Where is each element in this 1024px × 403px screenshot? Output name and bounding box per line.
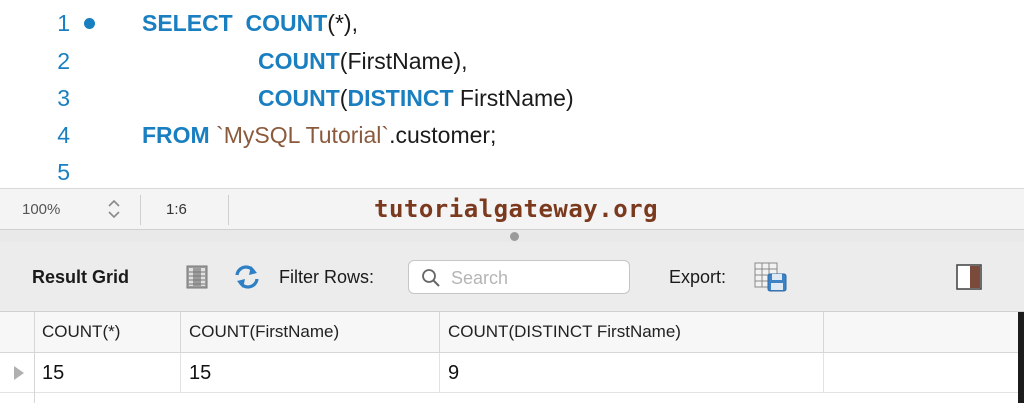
- code-text: SELECT COUNT(*),: [142, 4, 358, 42]
- window-edge: [1018, 312, 1024, 403]
- code-line-4[interactable]: 4 FROM `MySQL Tutorial`.customer;: [0, 116, 1024, 154]
- sql-keyword: SELECT: [142, 10, 233, 36]
- export-icon[interactable]: [754, 262, 790, 297]
- empty-row: [0, 393, 1024, 403]
- divider: [140, 195, 141, 225]
- search-input[interactable]: [449, 265, 623, 291]
- column-header[interactable]: COUNT(FirstName): [181, 312, 440, 352]
- sql-keyword: DISTINCT: [347, 85, 454, 111]
- code-line-3[interactable]: 3 COUNT(DISTINCT FirstName): [0, 79, 1024, 117]
- search-icon: [421, 268, 441, 293]
- row-pointer-icon: [14, 366, 24, 380]
- zoom-level: 100%: [22, 201, 61, 218]
- sql-token: .customer;: [389, 122, 497, 148]
- export-label: Export:: [669, 267, 727, 287]
- filter-rows-label: Filter Rows:: [279, 267, 375, 287]
- sql-keyword: COUNT: [258, 48, 340, 74]
- sql-keyword: COUNT: [258, 85, 340, 111]
- line-number: 4: [57, 122, 70, 148]
- breakpoint-dot[interactable]: [84, 18, 95, 29]
- line-number: 2: [57, 48, 70, 74]
- row-gutter-divider: [34, 312, 35, 403]
- watermark: tutorialgateway.org: [374, 195, 659, 223]
- column-header[interactable]: COUNT(*): [34, 312, 181, 352]
- sql-keyword: COUNT: [245, 10, 328, 36]
- result-grid[interactable]: COUNT(*) COUNT(FirstName) COUNT(DISTINCT…: [0, 312, 1024, 403]
- sql-editor[interactable]: 1 SELECT COUNT(*), 2 COUNT(FirstName), 3…: [0, 0, 1024, 188]
- editor-status-bar: 100% 1:6 tutorialgateway.org: [0, 188, 1024, 230]
- cursor-position: 1:6: [166, 201, 187, 218]
- code-text: COUNT(FirstName),: [258, 42, 468, 80]
- splitter-handle-icon[interactable]: [510, 232, 519, 241]
- line-number: 1: [57, 10, 70, 36]
- zoom-stepper-icon[interactable]: [106, 197, 122, 221]
- code-line-1[interactable]: 1 SELECT COUNT(*),: [0, 4, 1024, 42]
- panel-toggle-icon[interactable]: [956, 264, 982, 295]
- sql-token: FirstName): [453, 85, 574, 111]
- sql-identifier-quoted: `MySQL Tutorial`: [216, 122, 390, 148]
- code-text: FROM `MySQL Tutorial`.customer;: [142, 116, 496, 154]
- line-number: 5: [57, 159, 70, 185]
- grid-view-icon[interactable]: [186, 265, 208, 294]
- table-cell[interactable]: 15: [34, 353, 181, 393]
- result-grid-tab[interactable]: Result Grid: [32, 242, 129, 312]
- divider: [228, 195, 229, 225]
- sql-token: (*),: [327, 10, 358, 36]
- table-cell[interactable]: 9: [440, 353, 824, 393]
- grid-header: COUNT(*) COUNT(FirstName) COUNT(DISTINCT…: [0, 312, 1024, 353]
- filter-search-box[interactable]: [408, 260, 630, 294]
- column-header[interactable]: COUNT(DISTINCT FirstName): [440, 312, 824, 352]
- code-line-2[interactable]: 2 COUNT(FirstName),: [0, 42, 1024, 80]
- code-text: COUNT(DISTINCT FirstName): [258, 79, 574, 117]
- table-row[interactable]: 15 15 9: [0, 353, 1024, 393]
- result-toolbar: Result Grid Filter Rows: Expo: [0, 242, 1024, 312]
- table-cell[interactable]: 15: [181, 353, 440, 393]
- panel-splitter[interactable]: [0, 230, 1024, 242]
- line-number: 3: [57, 85, 70, 111]
- refresh-icon[interactable]: [232, 264, 262, 295]
- sql-keyword: FROM: [142, 122, 210, 148]
- code-line-5[interactable]: 5: [0, 153, 1024, 191]
- sql-token: (FirstName),: [339, 48, 468, 74]
